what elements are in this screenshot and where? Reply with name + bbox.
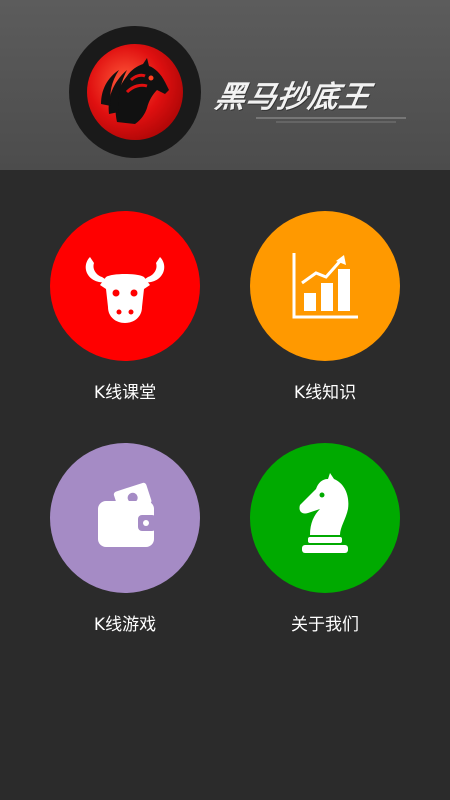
bar-chart-icon [292,253,358,319]
menu-item-kline-class[interactable]: K线课堂 [50,211,200,403]
menu-item-label: K线游戏 [93,615,157,635]
menu-item-label: K线课堂 [93,383,157,403]
menu-item-kline-game[interactable]: K线游戏 [50,443,200,635]
brand-name: 黑马抄底王 [212,80,374,115]
menu-item-kline-knowledge-button[interactable] [250,211,400,361]
menu-item-label: 关于我们 [291,615,359,635]
menu-item-about-us-button[interactable] [250,443,400,593]
horse-head-icon [87,44,183,140]
app-logo [69,26,201,158]
brand-title: 黑马抄底王 [212,72,406,132]
menu-item-kline-game-button[interactable] [50,443,200,593]
bull-head-icon [85,257,165,323]
chess-knight-icon [299,473,349,553]
header: 黑马抄底王 [0,0,450,170]
wallet-icon [98,482,156,547]
brand-underline [256,117,406,123]
menu-item-label: K线知识 [293,383,357,403]
menu-item-about-us[interactable]: 关于我们 [250,443,400,635]
menu-item-kline-class-button[interactable] [50,211,200,361]
menu-item-kline-knowledge[interactable]: K线知识 [250,211,400,403]
